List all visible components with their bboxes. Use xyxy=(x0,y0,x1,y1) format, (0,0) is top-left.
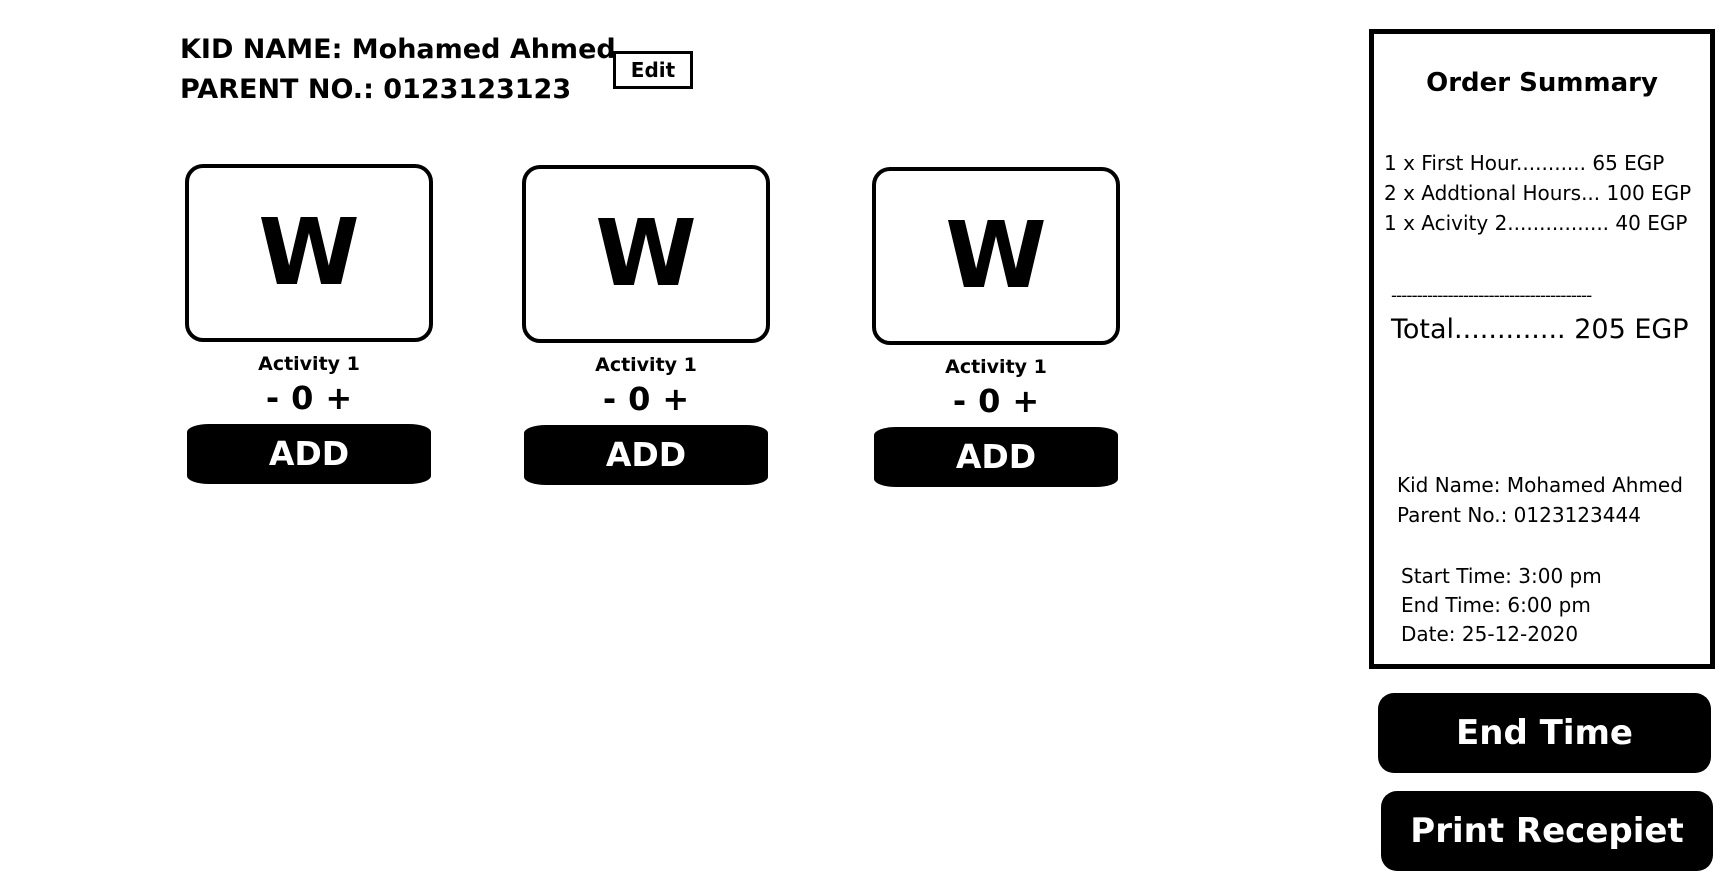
activity-placeholder-icon: W xyxy=(258,199,360,306)
add-button[interactable]: ADD xyxy=(874,427,1118,487)
activity-placeholder-icon: W xyxy=(945,202,1047,309)
kid-info-header: KID NAME: Mohamed Ahmed PARENT NO.: 0123… xyxy=(180,30,616,110)
decrement-button[interactable]: - xyxy=(953,383,966,419)
decrement-button[interactable]: - xyxy=(266,380,279,416)
activity-tile[interactable]: W xyxy=(522,165,770,343)
activity-card-3: W Activity 1 - 0 + ADD xyxy=(872,167,1120,487)
order-line-items: 1 x First Hour........... 65 EGP 2 x Add… xyxy=(1384,148,1691,238)
kid-name-text: KID NAME: Mohamed Ahmed xyxy=(180,34,616,65)
order-line-item: 1 x First Hour........... 65 EGP xyxy=(1384,151,1665,175)
quantity-value: 0 xyxy=(291,379,314,417)
end-time-button[interactable]: End Time xyxy=(1378,693,1711,773)
order-line-item: 2 x Addtional Hours... 100 EGP xyxy=(1384,181,1692,205)
quantity-stepper: - 0 + xyxy=(185,380,433,416)
add-button[interactable]: ADD xyxy=(187,424,431,484)
summary-kid-name: Kid Name: Mohamed Ahmed xyxy=(1397,473,1683,497)
activity-card-1: W Activity 1 - 0 + ADD xyxy=(185,164,433,484)
increment-button[interactable]: + xyxy=(1012,383,1039,419)
summary-start-time: Start Time: 3:00 pm xyxy=(1401,564,1602,588)
summary-divider: --------------------------------------- xyxy=(1391,286,1592,306)
print-receipt-button[interactable]: Print Recepiet xyxy=(1381,791,1713,871)
summary-kid-info: Kid Name: Mohamed Ahmed Parent No.: 0123… xyxy=(1397,470,1683,530)
order-summary-panel: Order Summary 1 x First Hour........... … xyxy=(1369,29,1715,669)
order-summary-title: Order Summary xyxy=(1426,68,1658,98)
summary-date: Date: 25-12-2020 xyxy=(1401,622,1579,646)
activity-tile[interactable]: W xyxy=(872,167,1120,345)
activity-placeholder-icon: W xyxy=(595,200,697,307)
activity-card-2: W Activity 1 - 0 + ADD xyxy=(522,165,770,485)
quantity-stepper: - 0 + xyxy=(872,383,1120,419)
summary-session-times: Start Time: 3:00 pm End Time: 6:00 pm Da… xyxy=(1401,562,1602,649)
activity-label: Activity 1 xyxy=(945,356,1047,378)
quantity-value: 0 xyxy=(978,382,1001,420)
quantity-value: 0 xyxy=(628,380,651,418)
summary-end-time: End Time: 6:00 pm xyxy=(1401,593,1591,617)
order-total: Total............. 205 EGP xyxy=(1391,314,1689,345)
summary-parent-number: Parent No.: 0123123444 xyxy=(1397,503,1641,527)
edit-button[interactable]: Edit xyxy=(613,51,693,89)
order-line-item: 1 x Acivity 2................ 40 EGP xyxy=(1384,211,1688,235)
decrement-button[interactable]: - xyxy=(603,381,616,417)
increment-button[interactable]: + xyxy=(325,380,352,416)
quantity-stepper: - 0 + xyxy=(522,381,770,417)
activity-label: Activity 1 xyxy=(258,353,360,375)
parent-number-text: PARENT NO.: 0123123123 xyxy=(180,74,572,105)
add-button[interactable]: ADD xyxy=(524,425,768,485)
activity-label: Activity 1 xyxy=(595,354,697,376)
increment-button[interactable]: + xyxy=(662,381,689,417)
activity-tile[interactable]: W xyxy=(185,164,433,342)
